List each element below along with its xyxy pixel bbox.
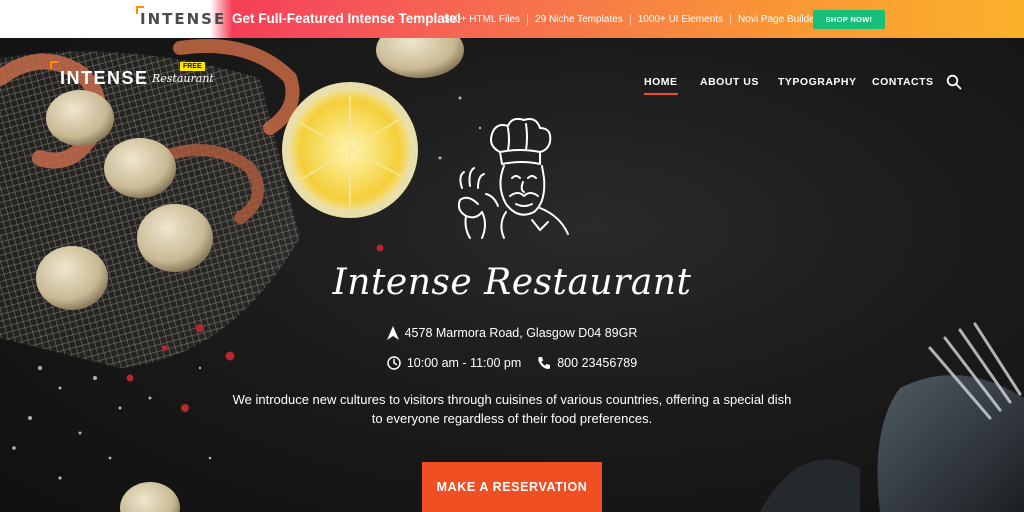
promo-logo[interactable]: INTENSE bbox=[136, 6, 227, 30]
hours-item: 10:00 am - 11:00 pm bbox=[387, 356, 521, 370]
free-badge: FREE bbox=[180, 62, 205, 71]
logo-corner-mark bbox=[50, 61, 58, 69]
shop-now-button[interactable]: SHOP NOW! bbox=[813, 10, 885, 29]
address-item: 4578 Marmora Road, Glasgow D04 89GR bbox=[386, 326, 638, 340]
promo-banner: INTENSE Get Full-Featured Intense Templa… bbox=[0, 0, 1024, 38]
nav-item-about-us[interactable]: ABOUT US bbox=[700, 76, 759, 88]
clock-icon bbox=[387, 356, 401, 370]
address-row: 4578 Marmora Road, Glasgow D04 89GR bbox=[0, 326, 1024, 340]
search-icon[interactable] bbox=[946, 74, 962, 90]
logo-corner-mark bbox=[136, 6, 144, 14]
hours-phone-row: 10:00 am - 11:00 pm 800 23456789 bbox=[0, 356, 1024, 370]
hero-description: We introduce new cultures to visitors th… bbox=[232, 392, 792, 426]
chef-illustration bbox=[457, 117, 569, 239]
promo-feature-list: 500+ HTML Files 29 Niche Templates 1000+… bbox=[444, 14, 825, 25]
make-reservation-button[interactable]: MAKE A RESERVATION bbox=[422, 462, 602, 512]
hero-section: INTENSE Restaurant FREE HOME ABOUT US TY… bbox=[0, 38, 1024, 512]
site-logo[interactable]: INTENSE Restaurant FREE bbox=[50, 61, 214, 96]
hero-title: Intense Restaurant bbox=[332, 262, 692, 303]
phone-icon bbox=[538, 357, 551, 369]
phone-text[interactable]: 800 23456789 bbox=[557, 356, 637, 370]
location-arrow-icon bbox=[386, 326, 399, 340]
phone-item[interactable]: 800 23456789 bbox=[537, 356, 637, 370]
site-logo-text: INTENSE bbox=[60, 68, 149, 88]
nav-item-home[interactable]: HOME bbox=[644, 76, 678, 95]
hours-text: 10:00 am - 11:00 pm bbox=[406, 356, 522, 370]
nav-item-typography[interactable]: TYPOGRAPHY bbox=[778, 76, 857, 88]
promo-title: Get Full-Featured Intense Template! bbox=[232, 11, 462, 26]
address-text: 4578 Marmora Road, Glasgow D04 89GR bbox=[404, 326, 638, 340]
promo-logo-text: INTENSE bbox=[140, 10, 227, 28]
promo-feature: 1000+ UI Elements bbox=[629, 14, 730, 25]
promo-feature: Novi Page Builder bbox=[730, 14, 825, 25]
promo-feature: 29 Niche Templates bbox=[527, 14, 630, 25]
site-logo-subtitle: Restaurant bbox=[152, 72, 214, 85]
promo-feature: 500+ HTML Files bbox=[444, 14, 521, 25]
nav-item-contacts[interactable]: CONTACTS bbox=[872, 76, 934, 88]
